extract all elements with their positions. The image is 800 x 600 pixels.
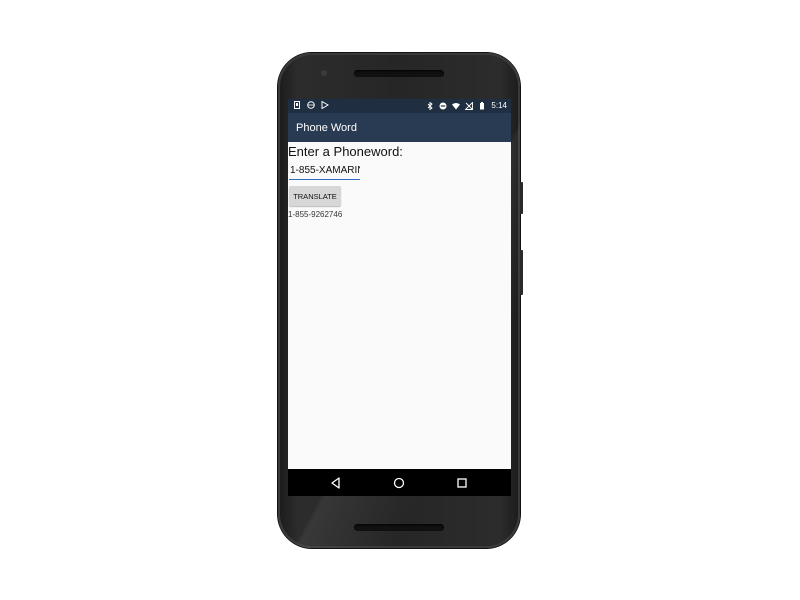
sim-card-icon bbox=[294, 101, 300, 109]
phoneword-input[interactable] bbox=[289, 163, 360, 180]
do-not-disturb-icon bbox=[439, 102, 447, 109]
app-title: Phone Word bbox=[296, 122, 357, 134]
no-signal-icon bbox=[465, 101, 474, 110]
translate-button[interactable]: TRANSLATE bbox=[289, 186, 341, 206]
app-bar: Phone Word bbox=[288, 113, 511, 142]
top-speaker bbox=[354, 70, 444, 77]
home-icon[interactable] bbox=[392, 476, 406, 490]
recents-icon[interactable] bbox=[455, 476, 469, 490]
phone-screen: 5:14 Phone Word Enter a Phoneword: TRANS… bbox=[288, 99, 511, 496]
status-time: 5:14 bbox=[491, 101, 507, 110]
battery-icon bbox=[480, 101, 485, 109]
status-left-icons bbox=[293, 101, 329, 109]
translated-number-text: 1-855-9262746 bbox=[288, 210, 343, 219]
phoneword-prompt-label: Enter a Phoneword: bbox=[288, 144, 403, 159]
power-button bbox=[520, 182, 523, 214]
play-store-icon bbox=[321, 101, 329, 109]
status-right-icons: 5:14 bbox=[426, 101, 507, 110]
location-icon bbox=[307, 101, 315, 109]
bluetooth-icon bbox=[428, 101, 434, 110]
back-icon[interactable] bbox=[329, 476, 343, 490]
volume-button bbox=[520, 250, 523, 295]
wifi-icon bbox=[452, 102, 461, 109]
bottom-speaker bbox=[354, 524, 444, 531]
status-bar: 5:14 bbox=[288, 99, 511, 113]
navigation-bar bbox=[288, 469, 511, 496]
front-camera bbox=[321, 70, 327, 76]
